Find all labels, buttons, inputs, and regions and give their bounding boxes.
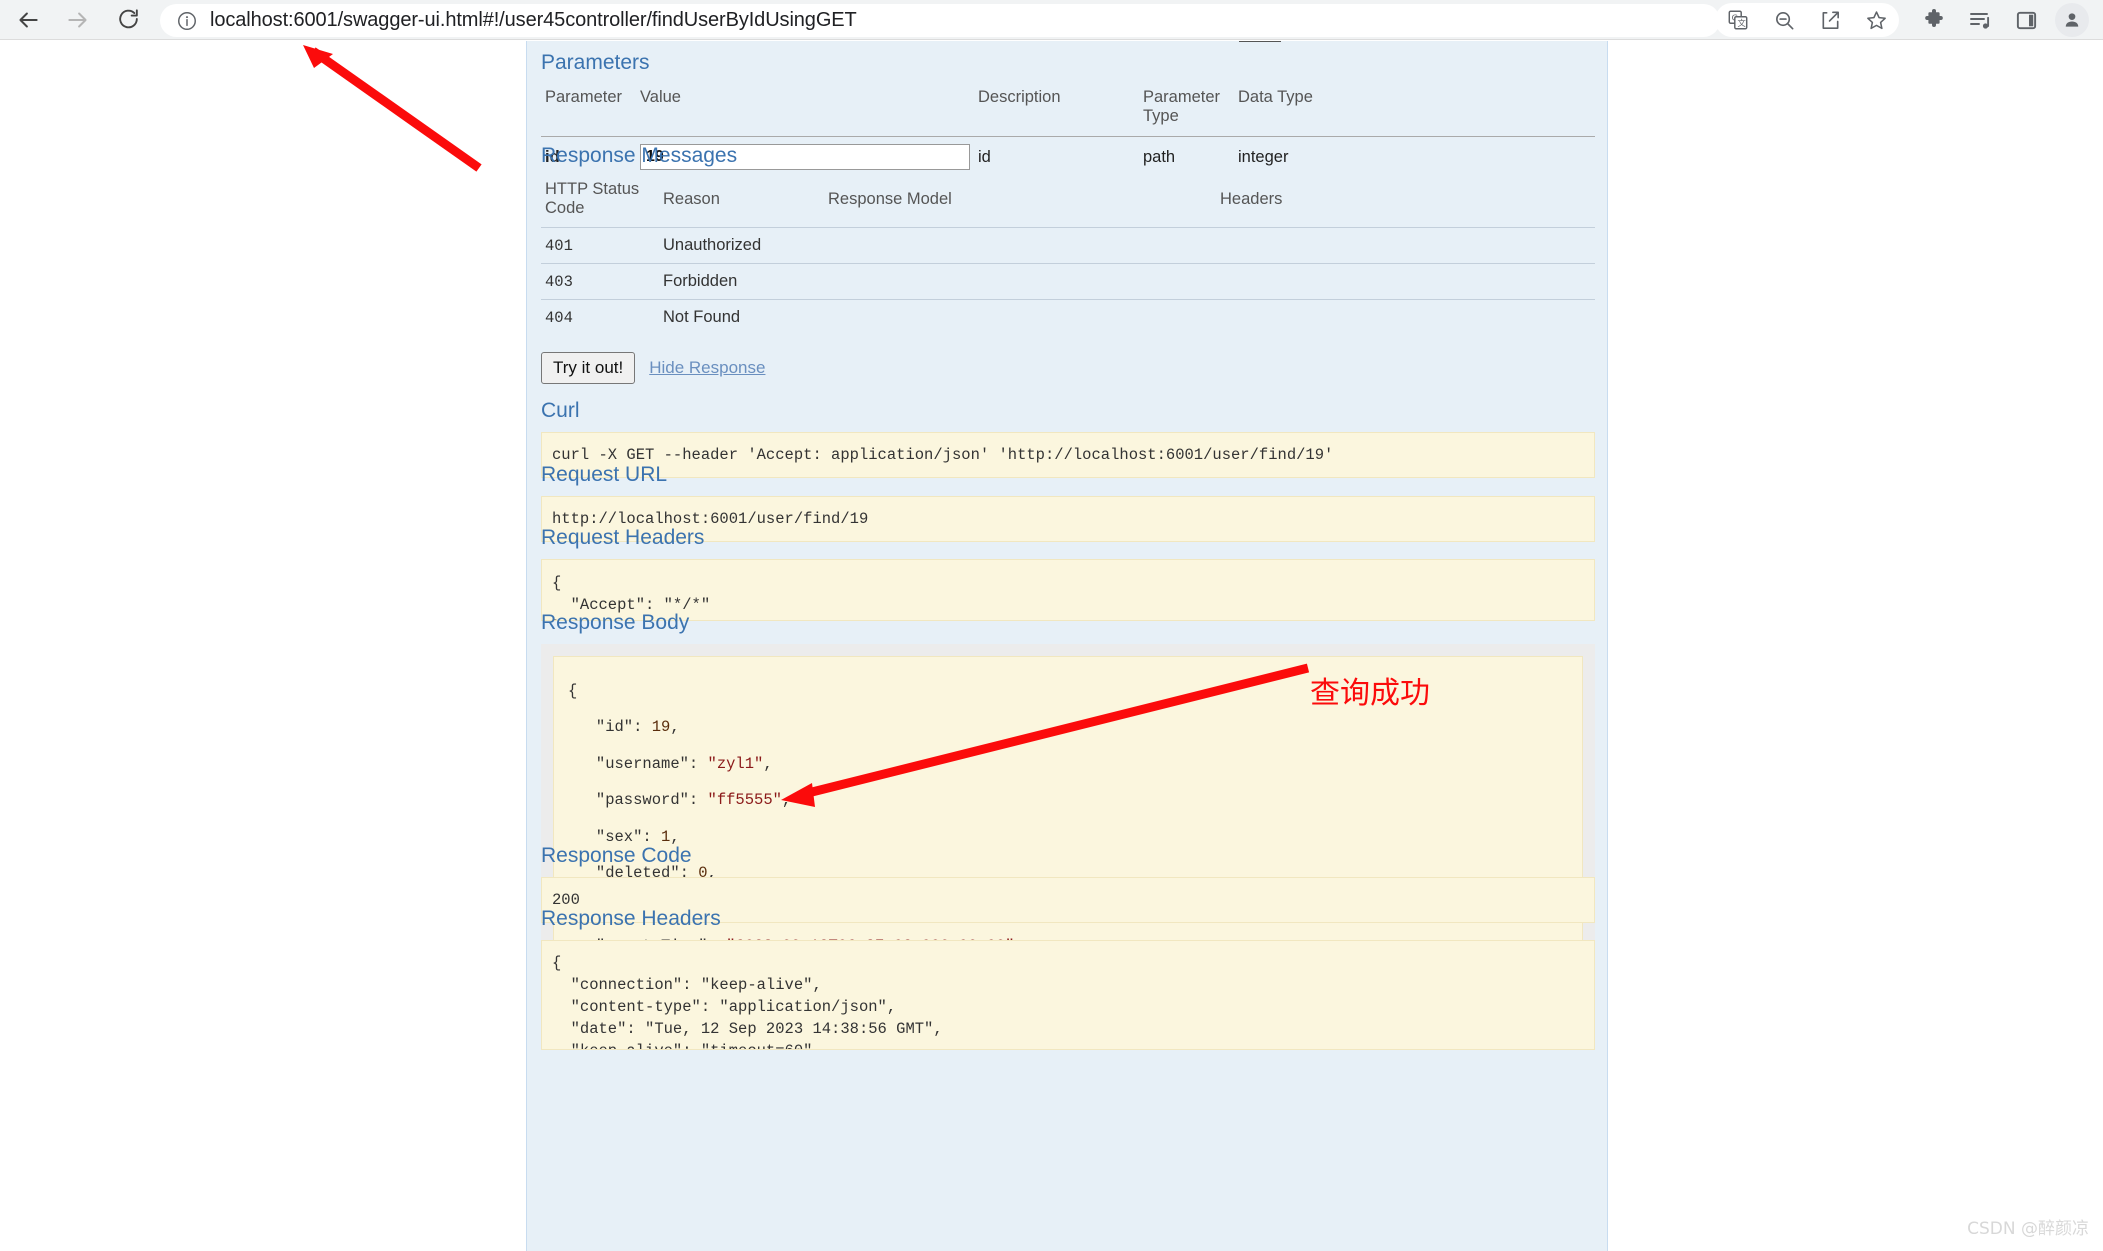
headers-cell (1216, 263, 1595, 300)
csdn-watermark: CSDN @醉颜凉 (1967, 1219, 2089, 1239)
th-http-status-code: HTTP Status Code (545, 180, 640, 217)
active-tab-indicator (1239, 41, 1281, 42)
th-headers: Headers (1220, 189, 1283, 208)
model-cell (824, 227, 1216, 264)
browser-toolbar: localhost:6001/swagger-ui.html#!/user45c… (0, 0, 2103, 40)
playlist-music-icon (1970, 13, 1990, 29)
bookmark-star-icon[interactable] (1853, 0, 1899, 40)
response-body-heading: Response Body (541, 611, 690, 634)
headers-cell (1216, 227, 1595, 264)
response-code-heading: Response Code (541, 844, 692, 867)
request-url-heading: Request URL (541, 463, 668, 486)
parameters-heading: Parameters (541, 51, 650, 74)
response-headers-heading: Response Headers (541, 907, 721, 930)
table-row: 404 Not Found (541, 299, 1595, 335)
response-headers-box[interactable]: { "connection": "keep-alive", "content-t… (541, 940, 1595, 1050)
address-bar[interactable]: localhost:6001/swagger-ui.html#!/user45c… (160, 4, 1720, 37)
forward-button[interactable] (58, 0, 98, 40)
parameters-table-header-row: Parameter Value Description Parameter Ty… (541, 85, 1595, 137)
th-parameter: Parameter (545, 88, 623, 106)
annotation-query-success-text: 查询成功 (1310, 676, 1430, 711)
forward-arrow-icon (68, 12, 87, 27)
status-code-cell: 401 (541, 227, 659, 264)
share-icon[interactable] (1807, 0, 1853, 40)
response-messages-section: Response Messages HTTP Status Code Reaso… (541, 144, 1595, 335)
operation-actions: Try it out! Hide Response (541, 352, 1595, 384)
reading-list-icon[interactable] (1957, 0, 2003, 40)
reload-icon (118, 9, 138, 29)
reload-button[interactable] (108, 0, 148, 40)
info-circle-icon (178, 11, 196, 30)
browser-toolbar-right: G 文 (1715, 0, 2095, 40)
model-cell (824, 263, 1216, 300)
request-headers-heading: Request Headers (541, 526, 705, 549)
star-outline-icon (1866, 10, 1886, 29)
side-panel-icon[interactable] (2003, 0, 2049, 40)
request-headers-section: Request Headers { "Accept": "*/*" } (541, 526, 1595, 621)
status-code-cell: 404 (541, 299, 659, 335)
response-messages-header-row: HTTP Status Code Reason Response Model H… (541, 177, 1595, 228)
share-arrow-icon (1821, 11, 1839, 29)
profile-avatar-icon[interactable] (2055, 3, 2089, 37)
extensions-puzzle-icon[interactable] (1911, 0, 1957, 40)
model-cell (824, 299, 1216, 335)
response-headers-section: Response Headers { "connection": "keep-a… (541, 907, 1595, 1050)
headers-cell (1216, 299, 1595, 335)
th-parameter-type: Parameter Type (1143, 88, 1221, 125)
swagger-operation-panel: Parameters Parameter Value Description P… (526, 41, 1608, 1251)
translate-glyph-icon: G 文 (1728, 10, 1748, 30)
response-messages-heading: Response Messages (541, 144, 738, 167)
translate-icon[interactable]: G 文 (1715, 0, 1761, 40)
omnibox-action-group: G 文 (1715, 3, 1899, 37)
curl-heading: Curl (541, 399, 580, 422)
th-description: Description (978, 88, 1061, 106)
status-code-cell: 403 (541, 263, 659, 300)
panel-rect-icon (2016, 11, 2036, 29)
puzzle-piece-icon (1925, 9, 1943, 27)
try-it-out-button[interactable]: Try it out! (541, 352, 636, 384)
magnifier-minus-icon (1775, 11, 1793, 29)
back-arrow-icon (19, 12, 38, 27)
th-response-model: Response Model (828, 189, 952, 208)
th-reason: Reason (663, 189, 720, 208)
site-info-icon[interactable] (174, 8, 200, 34)
url-text[interactable]: localhost:6001/swagger-ui.html#!/user45c… (210, 9, 857, 32)
response-messages-table: HTTP Status Code Reason Response Model H… (541, 177, 1595, 335)
back-button[interactable] (8, 0, 48, 40)
hide-response-link[interactable]: Hide Response (649, 358, 765, 378)
reason-cell: Unauthorized (659, 227, 824, 264)
reason-cell: Not Found (659, 299, 824, 335)
th-data-type: Data Type (1238, 88, 1313, 106)
table-row: 401 Unauthorized (541, 227, 1595, 264)
th-value: Value (640, 88, 681, 106)
browser-viewport: Parameters Parameter Value Description P… (0, 41, 2103, 1251)
zoom-out-icon[interactable] (1761, 0, 1807, 40)
svg-text:文: 文 (1738, 18, 1746, 28)
table-row: 403 Forbidden (541, 263, 1595, 300)
person-glyph-icon (2065, 13, 2079, 27)
reason-cell: Forbidden (659, 263, 824, 300)
